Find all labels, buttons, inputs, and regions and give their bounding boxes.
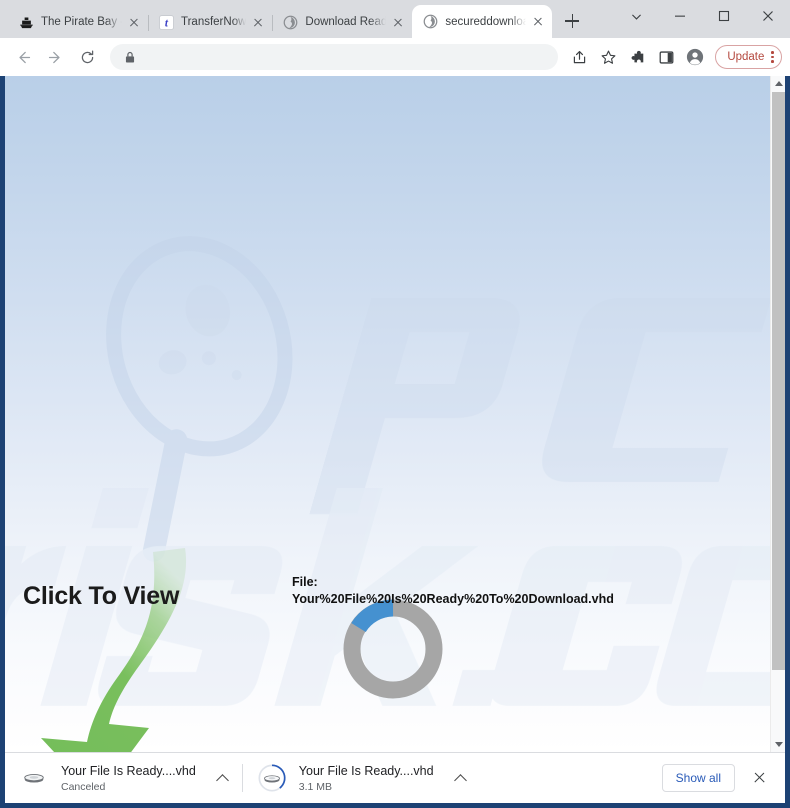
tabs-area: The Pirate Bay - T t TransferNow (0, 0, 586, 38)
shelf-actions: Show all (661, 764, 785, 792)
tab-close-icon[interactable] (250, 14, 266, 30)
minimize-icon[interactable] (658, 0, 702, 32)
tab-label: secureddownload (445, 15, 527, 28)
tab-strip: The Pirate Bay - T t TransferNow (0, 0, 790, 38)
star-icon[interactable] (594, 43, 622, 71)
file-label-prefix: File: (292, 575, 318, 589)
click-to-view-text: Click To View (23, 582, 180, 610)
new-tab-button[interactable] (558, 7, 586, 35)
puzzle-icon[interactable] (623, 43, 651, 71)
download-file-name: Your File Is Ready....vhd (298, 763, 434, 778)
share-icon[interactable] (565, 43, 593, 71)
tab-the-pirate-bay[interactable]: The Pirate Bay - T (8, 6, 149, 38)
download-status: Canceled (61, 780, 106, 793)
download-item-canceled[interactable]: Your File Is Ready....vhd Canceled (5, 753, 243, 804)
show-all-downloads-button[interactable]: Show all (661, 764, 735, 792)
file-label: File: Your%20File%20Is%20Ready%20To%20Do… (292, 574, 692, 607)
loading-spinner (341, 597, 445, 701)
address-bar[interactable] (110, 44, 559, 70)
maximize-icon[interactable] (702, 0, 746, 32)
download-item-in-progress[interactable]: Your File Is Ready....vhd 3.1 MB (243, 753, 474, 804)
download-item-menu-icon[interactable] (448, 765, 474, 791)
globe-icon (282, 14, 298, 30)
update-button[interactable]: Update (715, 45, 782, 69)
browser-toolbar: Update (0, 38, 790, 76)
pirate-ship-icon (18, 14, 34, 30)
green-curved-arrow-icon (25, 546, 205, 752)
download-item-menu-icon[interactable] (210, 765, 236, 791)
tab-close-icon[interactable] (390, 14, 406, 30)
tab-transfernow[interactable]: t TransferNow (148, 6, 274, 38)
window-controls (614, 0, 790, 32)
tab-close-icon[interactable] (530, 14, 546, 30)
download-item-text: Your File Is Ready....vhd Canceled (61, 763, 196, 794)
browser-window: The Pirate Bay - T t TransferNow (0, 0, 790, 808)
scrollbar-up-arrow-icon[interactable] (771, 76, 786, 91)
vhd-file-icon (257, 763, 287, 793)
vhd-file-icon (19, 763, 49, 793)
tab-label: TransferNow (181, 16, 247, 28)
three-dot-menu-icon[interactable] (771, 51, 774, 63)
page-viewport: Click To View File: Your%20File%20Is%20R… (5, 76, 785, 752)
scrollbar-thumb[interactable] (772, 92, 785, 670)
side-panel-icon[interactable] (652, 43, 680, 71)
download-item-text: Your File Is Ready....vhd 3.1 MB (299, 763, 434, 794)
tab-download-ready[interactable]: Download Ready (272, 6, 412, 38)
tab-close-icon[interactable] (126, 14, 142, 30)
tab-label: Download Ready (305, 16, 387, 28)
close-shelf-icon[interactable] (745, 764, 773, 792)
tab-label: The Pirate Bay - T (41, 16, 122, 28)
file-name: Your%20File%20Is%20Ready%20To%20Download… (292, 591, 614, 606)
lock-icon[interactable] (124, 51, 136, 64)
show-all-label: Show all (675, 771, 721, 785)
download-status: 3.1 MB (298, 780, 333, 793)
reload-icon[interactable] (72, 42, 102, 72)
tab-secureddownload[interactable]: secureddownload (412, 5, 553, 38)
page-scrollbar[interactable] (770, 76, 785, 752)
update-button-label: Update (727, 51, 765, 63)
transfernow-t-icon: t (158, 14, 174, 30)
tab-search-icon[interactable] (614, 0, 658, 32)
globe-icon (422, 14, 438, 30)
download-file-name: Your File Is Ready....vhd (61, 763, 196, 778)
close-icon[interactable] (746, 0, 790, 32)
scrollbar-down-arrow-icon[interactable] (771, 737, 786, 752)
download-shelf: Your File Is Ready....vhd Canceled Your … (5, 752, 785, 803)
profile-avatar-icon[interactable] (681, 43, 709, 71)
forward-arrow-icon[interactable] (40, 42, 70, 72)
back-arrow-icon[interactable] (8, 42, 38, 72)
